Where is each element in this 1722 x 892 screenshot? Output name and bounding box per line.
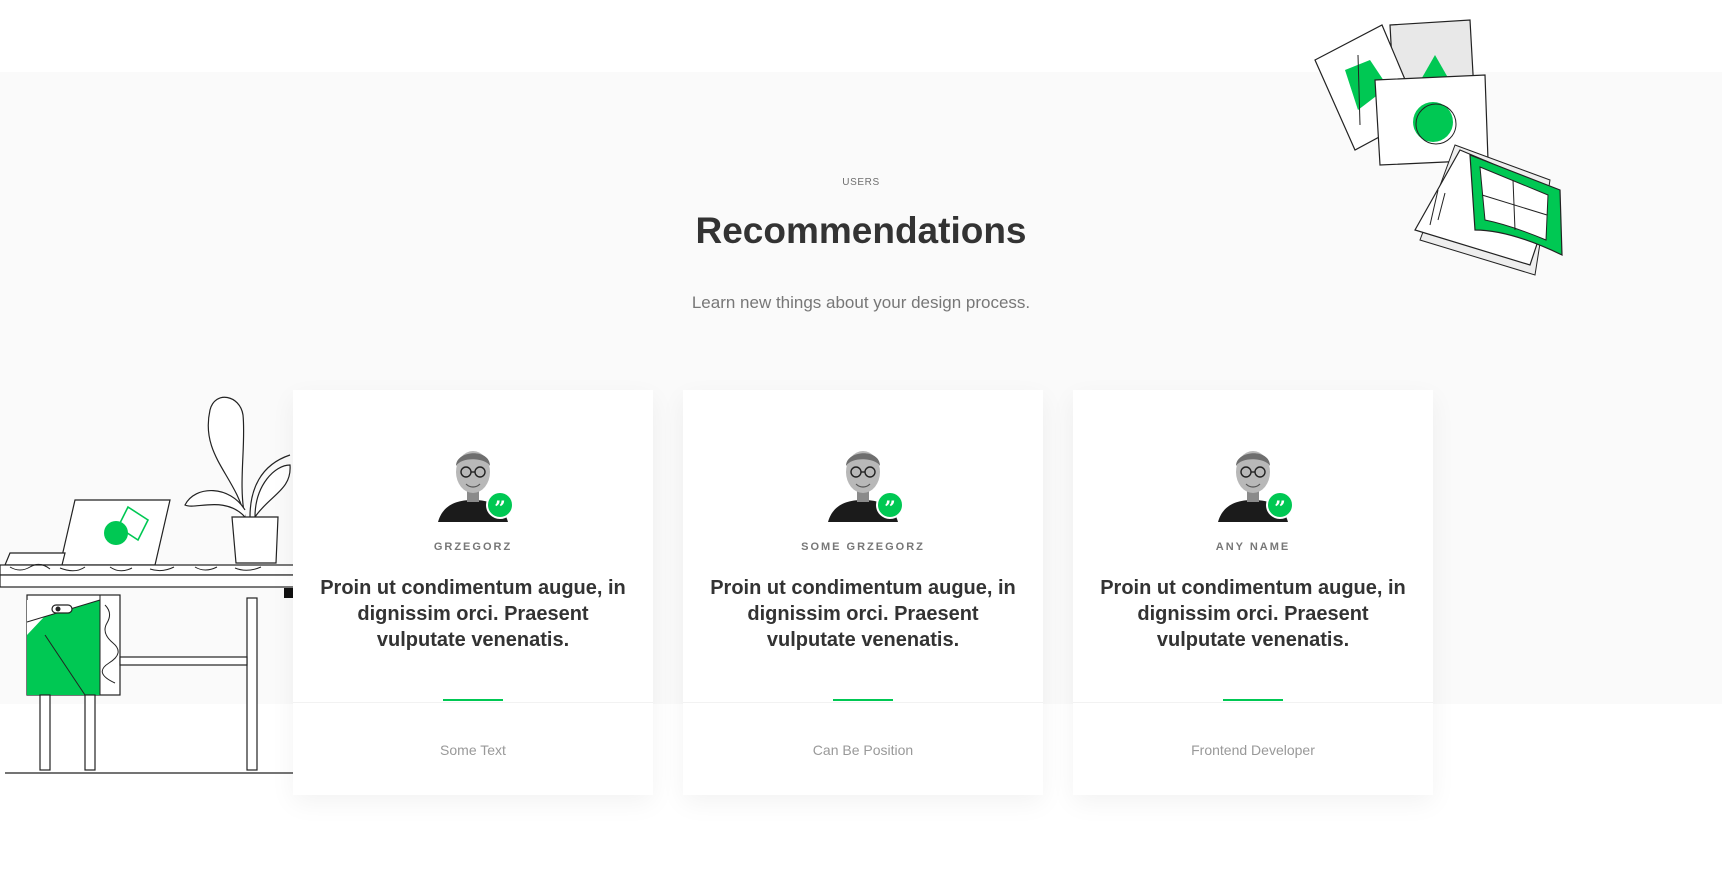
card-footer-divider	[293, 702, 653, 703]
testimonial-position: Some Text	[440, 742, 506, 758]
testimonial-position: Can Be Position	[812, 742, 914, 758]
desk-laptop-plant-illustration	[0, 396, 296, 774]
testimonial-quote: Proin ut condimentum augue, in dignissim…	[320, 577, 626, 651]
card-footer-divider	[683, 702, 1043, 703]
testimonial-quote: Proin ut condimentum augue, in dignissim…	[710, 577, 1016, 651]
section-title: Recommendations	[695, 210, 1027, 251]
testimonial-card: ” ANY NAME Proin ut condimentum augue, i…	[1073, 390, 1433, 795]
section-subtitle: Learn new things about your design proce…	[691, 293, 1031, 312]
testimonial-position: Frontend Developer	[1191, 742, 1315, 758]
quote-icon: ”	[1266, 491, 1294, 520]
testimonial-quote: Proin ut condimentum augue, in dignissim…	[1100, 577, 1406, 651]
section-eyebrow: USERS	[842, 177, 880, 188]
quote-icon: ”	[876, 491, 904, 520]
testimonial-name: ANY NAME	[1215, 541, 1291, 553]
quote-icon: ”	[486, 491, 514, 520]
accent-divider	[1223, 699, 1283, 701]
accent-divider	[443, 699, 503, 701]
testimonial-name: GRZEGORZ	[433, 541, 513, 553]
testimonial-name: SOME GRZEGORZ	[801, 541, 925, 553]
testimonial-card: ” GRZEGORZ Proin ut condimentum augue, i…	[293, 390, 653, 795]
card-footer-divider	[1073, 702, 1433, 703]
testimonial-card: ” SOME GRZEGORZ Proin ut condimentum aug…	[683, 390, 1043, 795]
accent-divider	[833, 699, 893, 701]
